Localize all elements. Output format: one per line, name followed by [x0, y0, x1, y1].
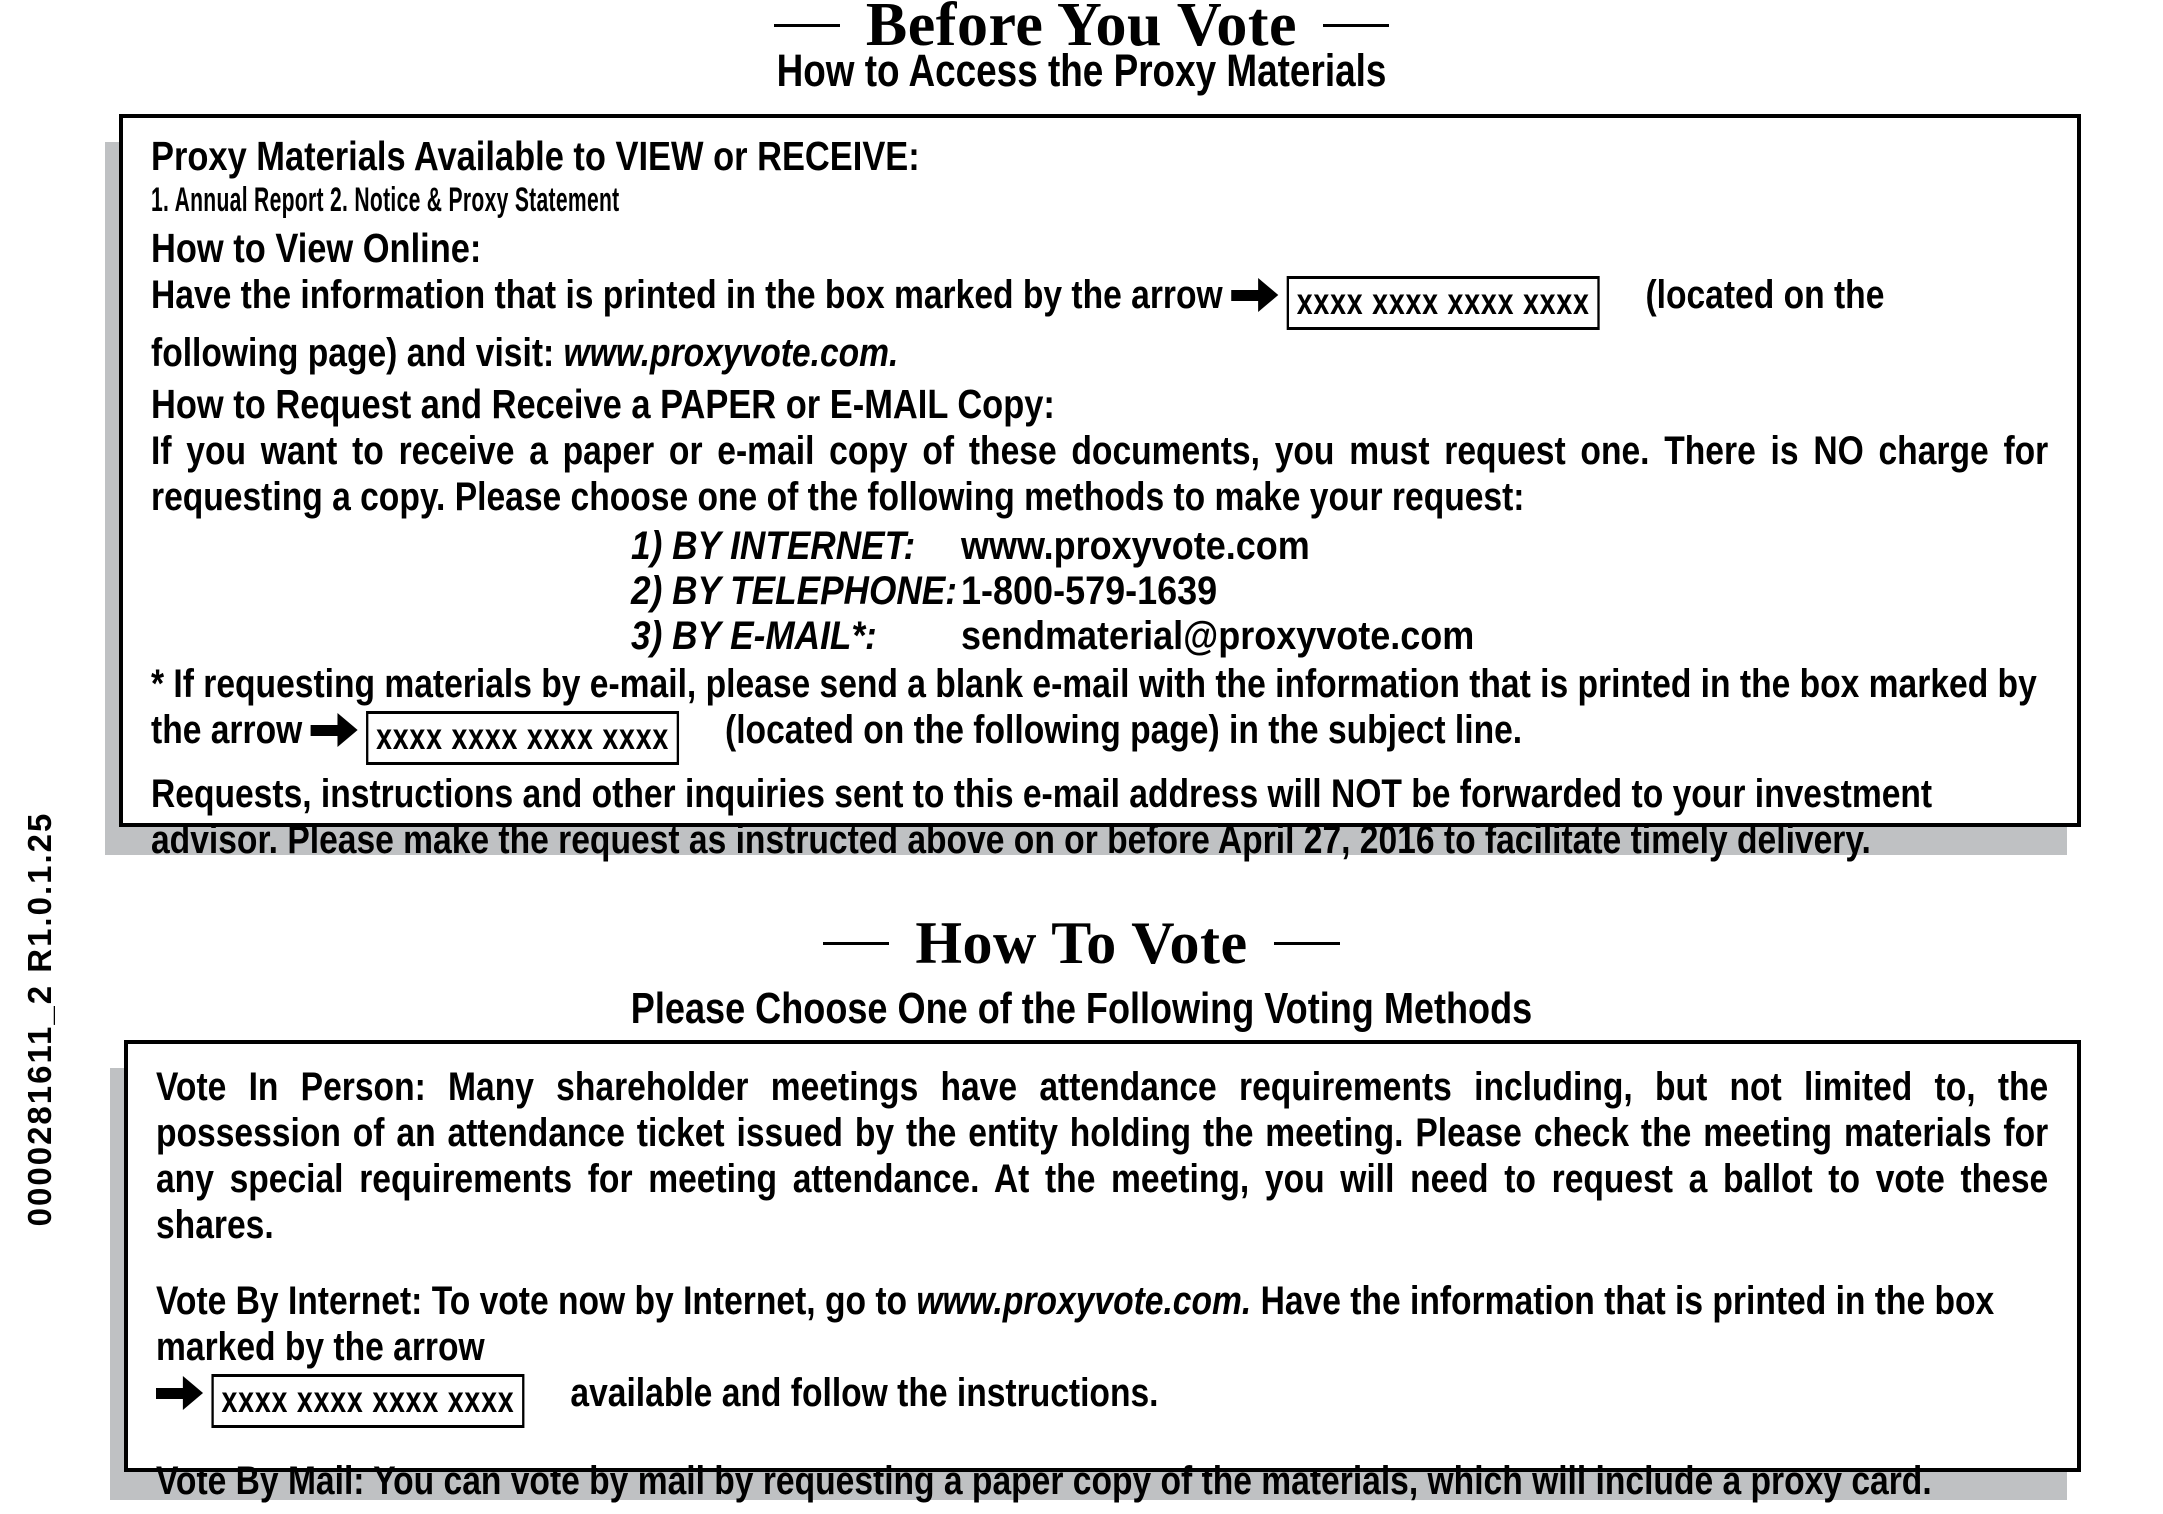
- control-number-box-internet: xxxx xxxx xxxx xxxx: [211, 1374, 525, 1428]
- paragraph-vote-by-mail: Vote By Mail: You can vote by mail by re…: [156, 1458, 2048, 1504]
- method-label-telephone: 2) BY TELEPHONE:: [631, 569, 957, 613]
- rule-right-icon: [1273, 941, 1340, 945]
- view-online-url[interactable]: www.proxyvote.com.: [564, 331, 899, 375]
- list-item-method-telephone: 2) BY TELEPHONE: 1-800-579-1639: [631, 569, 2049, 614]
- paragraph-email-footnote: * If requesting materials by e-mail, ple…: [151, 661, 2048, 765]
- paragraph-vote-by-internet: Vote By Internet: To vote now by Interne…: [156, 1278, 2048, 1428]
- text-vote-by-mail: You can vote by mail by requesting a pap…: [373, 1459, 1932, 1503]
- panel-voting-methods: Vote In Person: Many shareholder meeting…: [124, 1040, 2081, 1503]
- paragraph-request-receive: If you want to receive a paper or e-mail…: [151, 429, 2049, 519]
- label-vote-by-internet: Vote By Internet:: [156, 1279, 423, 1323]
- method-value-internet[interactable]: www.proxyvote.com: [961, 524, 1310, 569]
- page-subtitle-text: How to Access the Proxy Materials: [776, 45, 1387, 96]
- heading-view-online: How to View Online:: [151, 225, 482, 271]
- arrow-right-icon: [1231, 278, 1279, 312]
- label-vote-by-mail: Vote By Mail:: [156, 1459, 365, 1503]
- page-subtitle-access-proxy: How to Access the Proxy Materials: [0, 46, 2163, 96]
- how-to-vote-title-text: How To Vote: [915, 910, 1248, 976]
- view-online-text-3: following page) and visit:: [151, 331, 555, 375]
- view-online-text-2: (located on the: [1645, 273, 1885, 317]
- heading-request-receive: How to Request and Receive a PAPER or E-…: [151, 381, 1055, 427]
- list-materials-items: 1. Annual Report 2. Notice & Proxy State…: [151, 181, 620, 219]
- text-vote-in-person: Many shareholder meetings have attendanc…: [156, 1065, 2049, 1247]
- rule-left-icon: [773, 23, 840, 27]
- page-subtitle-choose-method: Please Choose One of the Following Votin…: [0, 984, 2163, 1034]
- arrow-right-icon: [310, 713, 358, 747]
- text-vote-by-internet-3: available and follow the instructions.: [570, 1371, 1159, 1415]
- method-label-email: 3) BY E-MAIL*:: [631, 614, 877, 658]
- page-title-how-to-vote: How To Vote: [0, 910, 2163, 976]
- panel-proxy-materials: Proxy Materials Available to VIEW or REC…: [119, 114, 2081, 862]
- list-item-method-internet: 1) BY INTERNET: www.proxyvote.com: [631, 524, 2049, 569]
- control-number-box-email: xxxx xxxx xxxx xxxx: [366, 711, 680, 765]
- rule-right-icon: [1323, 23, 1390, 27]
- paragraph-closing-notice: Requests, instructions and other inquiri…: [151, 772, 1933, 862]
- label-vote-in-person: Vote In Person:: [156, 1065, 426, 1109]
- method-value-email[interactable]: sendmaterial@proxyvote.com: [961, 614, 1474, 659]
- arrow-right-icon: [156, 1376, 204, 1410]
- how-to-vote-subtitle-text: Please Choose One of the Following Votin…: [630, 984, 1533, 1033]
- rule-left-icon: [823, 941, 890, 945]
- vote-by-internet-url[interactable]: www.proxyvote.com.: [916, 1279, 1251, 1323]
- method-value-telephone[interactable]: 1-800-579-1639: [961, 569, 1217, 614]
- text-vote-by-internet-1: To vote now by Internet, go to: [431, 1279, 908, 1323]
- footnote-text-2: (located on the following page) in the s…: [725, 708, 1523, 752]
- paragraph-vote-in-person: Vote In Person: Many shareholder meeting…: [156, 1064, 2048, 1248]
- paragraph-view-online: Have the information that is printed in …: [151, 272, 2048, 376]
- list-request-methods: 1) BY INTERNET: www.proxyvote.com 2) BY …: [151, 524, 2049, 659]
- view-online-text-1: Have the information that is printed in …: [151, 273, 1223, 317]
- method-label-internet: 1) BY INTERNET:: [631, 524, 916, 568]
- control-number-box-view-online: xxxx xxxx xxxx xxxx: [1286, 276, 1600, 330]
- heading-materials-available: Proxy Materials Available to VIEW or REC…: [151, 133, 920, 179]
- document-side-code: 0000281611_2 R1.0.1.25: [21, 811, 58, 1227]
- list-item-method-email: 3) BY E-MAIL*: sendmaterial@proxyvote.co…: [631, 614, 2049, 659]
